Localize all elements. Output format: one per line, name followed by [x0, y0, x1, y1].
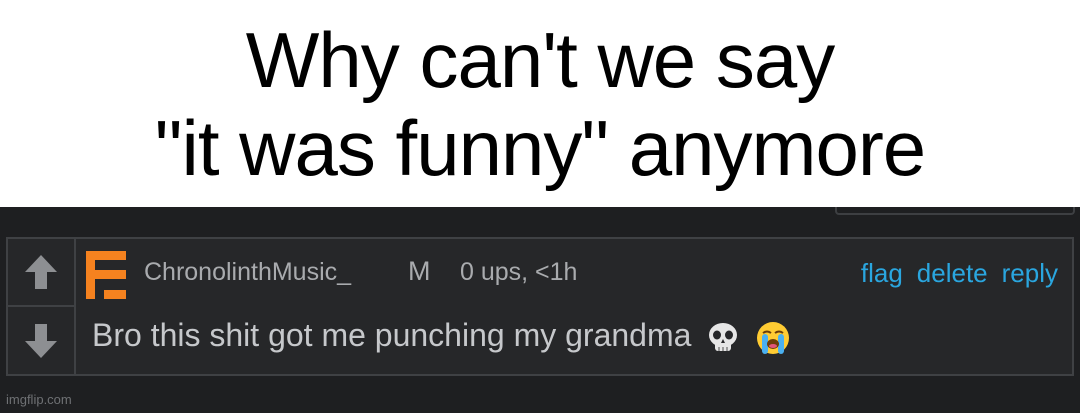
imgflip-logo-icon [86, 251, 126, 299]
up-arrow-icon [25, 255, 57, 289]
imgflip-watermark: imgflip.com [6, 392, 72, 407]
comment-text-content: Bro this shit got me punching my grandma [92, 317, 692, 353]
skull-emoji [709, 322, 738, 351]
flag-link[interactable]: flag [861, 258, 903, 289]
caption-line-2: "it was funny" anymore [154, 103, 926, 192]
comment-actions: flag delete reply [861, 258, 1058, 289]
delete-link[interactable]: delete [917, 258, 988, 289]
vote-column [8, 239, 76, 374]
comment-body: ChronolinthMusic_ M 0 ups, <1h flag dele… [78, 239, 1072, 374]
upvote-button[interactable] [8, 239, 74, 307]
comment-card: ChronolinthMusic_ M 0 ups, <1h flag dele… [6, 237, 1074, 376]
moderator-badge: M [408, 256, 431, 286]
down-arrow-icon [25, 323, 57, 358]
comment-meta: 0 ups, <1h [460, 258, 578, 286]
previous-element-edge [835, 207, 1075, 215]
caption-line-1: Why can't we say [245, 15, 835, 104]
comment-username[interactable]: ChronolinthMusic_ [144, 258, 351, 287]
comment-text: Bro this shit got me punching my grandma [92, 317, 791, 356]
meme-caption: Why can't we say "it was funny" anymore [0, 0, 1080, 207]
reply-link[interactable]: reply [1002, 258, 1058, 289]
downvote-button[interactable] [8, 307, 74, 374]
loudly-crying-emoji [757, 321, 790, 354]
